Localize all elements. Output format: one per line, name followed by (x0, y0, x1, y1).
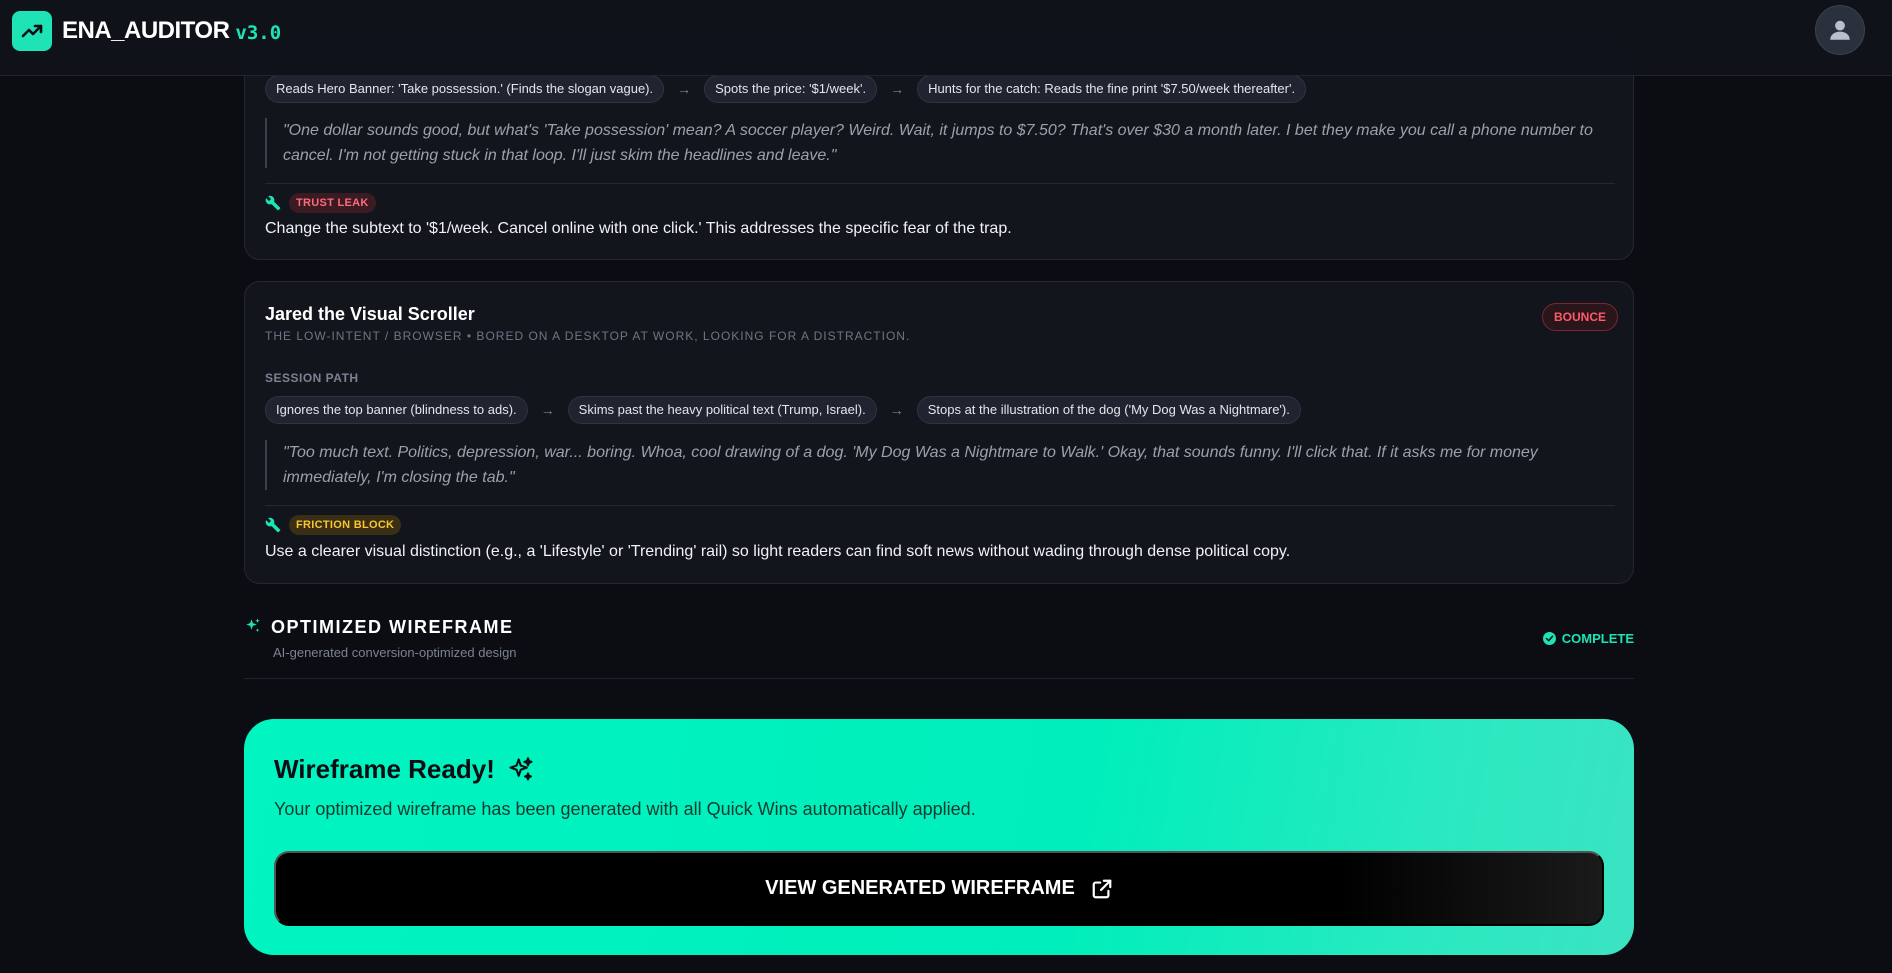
section-title: OPTIMIZED WIREFRAME (271, 617, 514, 637)
issue-badge: FRICTION BLOCK (289, 515, 402, 535)
persona-card-jared: Jared the Visual Scroller THE LOW-INTENT… (244, 281, 1634, 584)
wrench-icon (265, 517, 281, 533)
sparkles-icon (246, 618, 260, 632)
path-step: Stops at the illustration of the dog ('M… (916, 396, 1301, 424)
session-path-label: SESSION PATH (265, 371, 359, 385)
status-badge: COMPLETE (1542, 631, 1634, 646)
top-bar: ENA_AUDITOR v3.0 (0, 0, 1892, 76)
path-step: Hunts for the catch: Reads the fine prin… (917, 75, 1307, 103)
persona-quote: "Too much text. Politics, depression, wa… (265, 440, 1615, 490)
wrench-icon (265, 195, 281, 211)
check-circle-icon (1542, 632, 1556, 645)
session-path: Reads Hero Banner: 'Take possession.' (F… (265, 75, 1307, 103)
trending-up-icon (12, 11, 52, 51)
path-step: Spots the price: '$1/week'. (704, 75, 878, 103)
divider (265, 183, 1615, 184)
arrow-right-icon: → (889, 402, 904, 418)
fix-text: Use a clearer visual distinction (e.g., … (265, 543, 1291, 560)
outcome-badge: BOUNCE (1542, 303, 1619, 331)
fix-header: TRUST LEAK (265, 193, 376, 213)
user-icon (1830, 20, 1850, 40)
issue-badge: TRUST LEAK (289, 193, 376, 213)
ready-description: Your optimized wireframe has been genera… (274, 799, 976, 819)
sparkles-icon (509, 756, 533, 780)
path-step: Ignores the top banner (blindness to ads… (265, 396, 528, 424)
persona-quote: "One dollar sounds good, but what's 'Tak… (265, 118, 1615, 168)
wireframe-section-header: OPTIMIZED WIREFRAME AI-generated convers… (244, 616, 1634, 679)
arrow-right-icon: → (540, 402, 555, 418)
external-link-icon (1092, 879, 1112, 898)
view-wireframe-label: VIEW GENERATED WIREFRAME (765, 877, 1075, 899)
fix-text: Change the subtext to '$1/week. Cancel o… (265, 220, 1012, 237)
arrow-right-icon: → (677, 81, 692, 97)
status-text: COMPLETE (1561, 631, 1634, 646)
wireframe-ready-panel: Wireframe Ready! Your optimized wirefram… (244, 719, 1634, 955)
ready-title-row: Wireframe Ready! (274, 754, 535, 785)
session-path: Ignores the top banner (blindness to ads… (265, 396, 1301, 424)
app-name: ENA_AUDITOR (62, 17, 230, 44)
ready-title: Wireframe Ready! (274, 754, 495, 784)
fix-header: FRICTION BLOCK (265, 515, 402, 535)
persona-subtitle: THE LOW-INTENT / BROWSER • BORED ON A DE… (265, 329, 911, 343)
arrow-right-icon: → (890, 81, 905, 97)
user-avatar-button[interactable] (1815, 5, 1865, 55)
app-version: v3.0 (235, 21, 282, 44)
section-subtitle: AI-generated conversion-optimized design (273, 645, 517, 660)
brand[interactable]: ENA_AUDITOR v3.0 (12, 11, 281, 51)
divider (265, 505, 1615, 506)
path-step: Skims past the heavy political text (Tru… (567, 396, 877, 424)
path-step: Reads Hero Banner: 'Take possession.' (F… (265, 75, 665, 103)
persona-name: Jared the Visual Scroller (265, 304, 475, 324)
view-wireframe-button[interactable]: VIEW GENERATED WIREFRAME (274, 851, 1604, 926)
